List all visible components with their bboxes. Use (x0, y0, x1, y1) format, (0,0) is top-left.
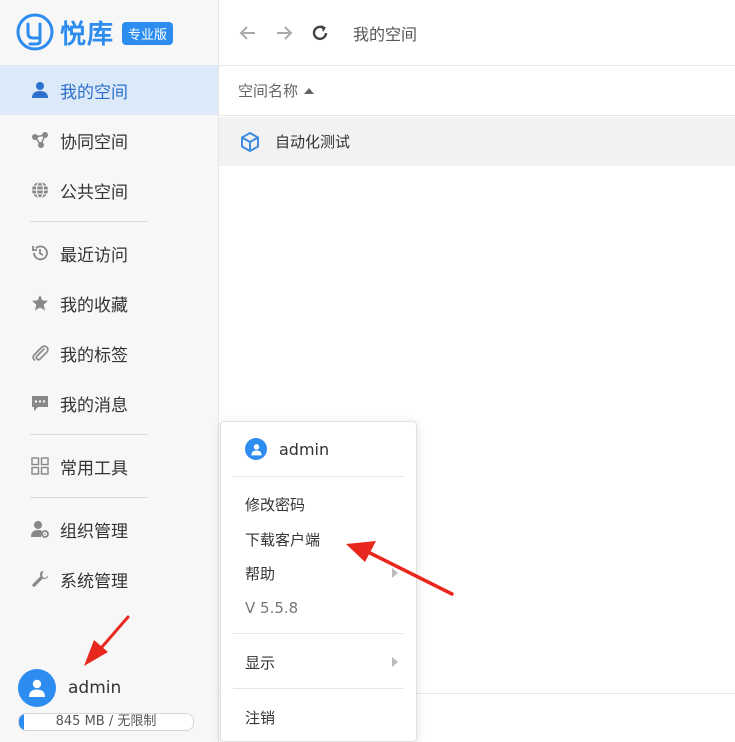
message-icon (30, 393, 50, 413)
sidebar-item-label: 公共空间 (60, 182, 128, 203)
sidebar-divider (30, 221, 148, 222)
sidebar-item-my-space[interactable]: 我的空间 (0, 65, 218, 115)
sidebar-divider (30, 497, 148, 498)
storage-quota-text: 845 MB / 无限制 (55, 714, 157, 729)
user-name: admin (68, 678, 122, 698)
user-account-button[interactable]: admin (18, 669, 121, 707)
sidebar-item-public-space[interactable]: 公共空间 (0, 165, 218, 215)
storage-quota-bar: 845 MB / 无限制 (18, 713, 194, 731)
sidebar-item-recent[interactable]: 最近访问 (0, 228, 218, 278)
logo-text: 悦库 (60, 19, 115, 50)
sidebar-item-label: 我的空间 (60, 82, 128, 103)
sidebar-item-favorites[interactable]: 我的收藏 (0, 278, 218, 328)
menu-item-change-password[interactable]: 修改密码 (245, 489, 402, 519)
grid-icon (30, 456, 50, 476)
avatar (18, 669, 56, 707)
user-icon (29, 679, 45, 697)
sidebar-item-messages[interactable]: 我的消息 (0, 378, 218, 428)
sidebar-item-collab-space[interactable]: 协同空间 (0, 115, 218, 165)
list-item[interactable]: 自动化测试 (219, 117, 735, 166)
user-icon (30, 80, 50, 100)
menu-item-label: 显示 (245, 653, 276, 672)
back-button[interactable] (235, 20, 261, 46)
sidebar-item-label: 常用工具 (60, 458, 128, 479)
menu-item-label: 注销 (245, 708, 276, 727)
logo-mark-icon (16, 13, 54, 51)
sidebar-item-tools[interactable]: 常用工具 (0, 441, 218, 491)
column-header-name[interactable]: 空间名称 (238, 80, 315, 101)
toolbar: 我的空间 (219, 0, 735, 66)
user-gear-icon (30, 519, 50, 539)
cube-icon (241, 131, 259, 152)
paperclip-icon (30, 343, 50, 363)
sidebar-nav: 我的空间 协同空间 公共空间 最近访问 我的收藏 我的标签 我的消息 常用工具 … (0, 65, 218, 604)
app-logo[interactable]: 悦库 专业版 (16, 10, 174, 54)
sidebar-divider (30, 434, 148, 435)
menu-divider (233, 633, 404, 634)
sidebar-item-label: 我的标签 (60, 345, 128, 366)
forward-button[interactable] (271, 20, 297, 46)
globe-icon (30, 180, 50, 200)
breadcrumb[interactable]: 我的空间 (353, 21, 417, 45)
sidebar-item-system-management[interactable]: 系统管理 (0, 554, 218, 604)
wrench-icon (30, 569, 50, 589)
history-icon (30, 243, 50, 263)
menu-item-label: 下载客户端 (245, 530, 321, 549)
sidebar-item-tags[interactable]: 我的标签 (0, 328, 218, 378)
sidebar-item-label: 系统管理 (60, 571, 128, 592)
user-icon (250, 443, 262, 455)
column-header-label: 空间名称 (238, 82, 299, 100)
menu-item-help[interactable]: 帮助 (245, 558, 402, 588)
share-nodes-icon (30, 130, 50, 150)
avatar (245, 438, 267, 460)
sort-ascending-icon (304, 87, 315, 94)
arrow-left-icon (239, 25, 255, 40)
space-name: 自动化测试 (275, 133, 351, 151)
sidebar-item-label: 最近访问 (60, 245, 128, 266)
refresh-icon (312, 24, 328, 40)
sidebar-item-label: 组织管理 (60, 521, 128, 542)
menu-divider (233, 688, 404, 689)
user-dropdown-menu: admin 修改密码 下载客户端 帮助 V 5.5.8 显示 注销 (220, 421, 417, 742)
menu-divider (233, 476, 404, 477)
sidebar-item-label: 协同空间 (60, 132, 128, 153)
menu-username: admin (279, 439, 330, 459)
sidebar-item-org-management[interactable]: 组织管理 (0, 504, 218, 554)
menu-item-display[interactable]: 显示 (245, 647, 402, 677)
menu-item-label: 帮助 (245, 564, 276, 583)
menu-item-download-client[interactable]: 下载客户端 (245, 524, 402, 554)
version-label: V 5.5.8 (245, 599, 299, 617)
menu-item-label: 修改密码 (245, 495, 306, 514)
menu-item-logout[interactable]: 注销 (245, 702, 402, 732)
star-icon (30, 293, 50, 313)
sidebar: 悦库 专业版 我的空间 协同空间 公共空间 最近访问 我的收藏 我的标签 我的消… (0, 0, 219, 742)
refresh-button[interactable] (307, 20, 333, 46)
chevron-right-icon (392, 568, 398, 578)
sidebar-item-label: 我的收藏 (60, 295, 128, 316)
chevron-right-icon (392, 657, 398, 667)
sidebar-item-label: 我的消息 (60, 395, 128, 416)
edition-badge: 专业版 (122, 21, 174, 45)
menu-user-header: admin (245, 438, 329, 460)
list-header: 空间名称 (219, 66, 735, 116)
arrow-right-icon (277, 25, 293, 40)
